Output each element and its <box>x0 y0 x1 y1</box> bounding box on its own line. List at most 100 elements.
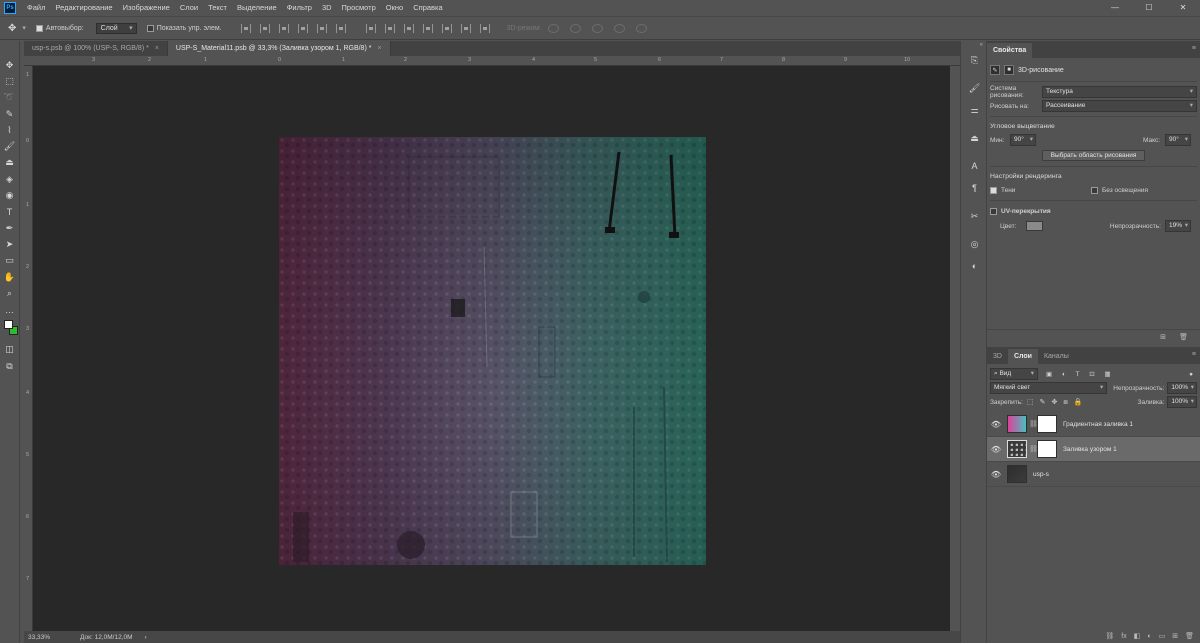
autoselect-checkbox[interactable] <box>35 24 43 32</box>
quick-select-tool-icon[interactable]: ✎ <box>2 106 18 122</box>
paint-on-dropdown[interactable]: Рассеивание <box>1042 100 1197 112</box>
menu-view[interactable]: Просмотр <box>337 0 381 16</box>
layer-mask-thumbnail[interactable] <box>1037 415 1057 433</box>
tab-usp-s-material[interactable]: USP-S_Material11.psb @ 33,3% (Заливка уз… <box>167 41 391 56</box>
paint-bucket-tool-icon[interactable]: ◉ <box>2 187 18 203</box>
link-icon[interactable]: ⛓ <box>1029 420 1038 428</box>
paint-system-dropdown[interactable]: Текстура <box>1042 86 1197 98</box>
min-field[interactable]: 90° <box>1010 134 1036 146</box>
3d-rotate-icon[interactable] <box>547 23 559 33</box>
layer-mask-thumbnail[interactable] <box>1037 440 1057 458</box>
eyedropper-tool-icon[interactable]: ⌇ <box>2 122 18 138</box>
menu-file[interactable]: Файл <box>22 0 50 16</box>
layer-name[interactable]: Заливка узором 1 <box>1063 446 1117 453</box>
menu-window[interactable]: Окно <box>381 0 408 16</box>
quick-mask-icon[interactable]: ◫ <box>2 342 18 358</box>
brush-tool-icon[interactable]: 🖌 <box>2 138 18 154</box>
lock-transparent-icon[interactable]: ⬚ <box>1027 399 1034 406</box>
maximize-button[interactable]: ☐ <box>1132 0 1166 16</box>
3d-pan-icon[interactable] <box>591 23 603 33</box>
delete-layer-icon[interactable]: 🗑 <box>1185 632 1194 640</box>
tab-usp-s[interactable]: usp-s.psb @ 100% (USP-S, RGB/8) * × <box>24 41 168 56</box>
align-top-icon[interactable] <box>240 23 251 33</box>
distribute-left-icon[interactable] <box>422 23 433 33</box>
menu-type[interactable]: Текст <box>203 0 232 16</box>
stamp-tool-icon[interactable]: ⏏ <box>2 155 18 171</box>
lock-image-icon[interactable]: ✎ <box>1040 399 1046 406</box>
3d-mesh-icon[interactable]: ◐ <box>961 255 988 277</box>
filter-toggle-icon[interactable]: ● <box>1189 371 1193 378</box>
paragraph-icon[interactable]: ¶ <box>961 177 988 199</box>
max-field[interactable]: 90° <box>1165 134 1191 146</box>
uv-opacity-field[interactable]: 19% <box>1164 220 1191 232</box>
more-tools-icon[interactable]: … <box>2 301 18 317</box>
menu-3d[interactable]: 3D <box>317 0 337 16</box>
visibility-eye-icon[interactable]: 👁 <box>989 470 1003 479</box>
menu-edit[interactable]: Редактирование <box>50 0 117 16</box>
menu-filter[interactable]: Фильтр <box>282 0 317 16</box>
3d-scale-icon[interactable] <box>635 23 647 33</box>
zoom-level[interactable]: 33,33% <box>28 634 50 641</box>
character-icon[interactable]: A <box>961 155 988 177</box>
pen-tool-icon[interactable]: ✒ <box>2 220 18 236</box>
panel-menu-icon[interactable]: ≡ <box>1192 45 1196 52</box>
trash-icon[interactable]: 🗑 <box>1179 333 1188 341</box>
lock-position-icon[interactable]: ✥ <box>1051 399 1057 406</box>
panel-menu-icon[interactable]: ≡ <box>1192 351 1196 358</box>
align-vcenter-icon[interactable] <box>259 23 270 33</box>
canvas-workspace[interactable] <box>33 66 950 631</box>
distribute-right-icon[interactable] <box>460 23 471 33</box>
menu-help[interactable]: Справка <box>408 0 447 16</box>
layer-row[interactable]: 👁 usp-s <box>987 462 1200 487</box>
marquee-tool-icon[interactable]: ⬚ <box>2 73 18 89</box>
layer-row[interactable]: 👁 ⛓ Заливка узором 1 <box>987 437 1200 462</box>
camera-mode-icon[interactable]: ■ <box>1004 65 1014 75</box>
tab-3d[interactable]: 3D <box>987 349 1008 364</box>
show-transform-checkbox[interactable] <box>146 24 154 32</box>
uv-overlay-checkbox[interactable] <box>990 207 997 215</box>
align-bottom-icon[interactable] <box>278 23 289 33</box>
visibility-eye-icon[interactable]: 👁 <box>989 445 1003 454</box>
visibility-eye-icon[interactable]: 👁 <box>989 420 1003 429</box>
tab-properties[interactable]: Свойства <box>987 43 1033 58</box>
zoom-tool-icon[interactable]: ⌕ <box>2 285 18 301</box>
distribute-bottom-icon[interactable] <box>403 23 414 33</box>
collapse-icon[interactable]: « <box>961 41 986 49</box>
path-select-tool-icon[interactable]: ➤ <box>2 236 18 252</box>
lock-artboard-icon[interactable]: ⧈ <box>1063 399 1067 406</box>
menu-layers[interactable]: Слои <box>175 0 203 16</box>
fill-field[interactable]: 100% <box>1167 396 1197 408</box>
brush-mode-icon[interactable]: ✎ <box>990 65 1000 75</box>
distribute-top-icon[interactable] <box>365 23 376 33</box>
foreground-color-swatch[interactable] <box>3 319 13 329</box>
move-tool-icon[interactable]: ✥ <box>2 57 18 73</box>
layer-opacity-field[interactable]: 100% <box>1167 382 1197 394</box>
menu-image[interactable]: Изображение <box>118 0 175 16</box>
layer-filter-dropdown[interactable]: ⌕ Вид <box>990 368 1038 380</box>
uv-color-chip[interactable] <box>1026 221 1043 231</box>
autoselect-dropdown[interactable]: Слой <box>95 22 137 34</box>
3d-slide-icon[interactable] <box>613 23 625 33</box>
layer-name[interactable]: usp-s <box>1033 471 1049 478</box>
shadows-checkbox[interactable] <box>990 186 997 194</box>
layer-style-icon[interactable]: fx <box>1121 633 1126 640</box>
tools-presets-icon[interactable]: ✂ <box>961 205 988 227</box>
link-layers-icon[interactable]: ⛓ <box>1105 632 1114 640</box>
clone-source-icon[interactable]: ⏏ <box>961 127 988 149</box>
align-hcenter-icon[interactable] <box>316 23 327 33</box>
tab-channels[interactable]: Каналы <box>1038 349 1075 364</box>
type-tool-icon[interactable]: T <box>2 204 18 220</box>
brush-settings-icon[interactable]: 🖌 <box>961 77 988 99</box>
align-left-icon[interactable] <box>297 23 308 33</box>
blend-mode-dropdown[interactable]: Мягкий свет <box>990 382 1108 394</box>
move-tool-preset[interactable]: ✥ ▾ <box>8 23 26 34</box>
screen-mode-icon[interactable]: ⧉ <box>2 358 18 374</box>
shape-tool-icon[interactable]: ▭ <box>2 253 18 269</box>
distribute-hcenter-icon[interactable] <box>441 23 452 33</box>
new-layer-from-props-icon[interactable]: ⊞ <box>1160 333 1166 341</box>
link-icon[interactable]: ⛓ <box>1029 445 1038 453</box>
distribute-vcenter-icon[interactable] <box>384 23 395 33</box>
minimize-button[interactable]: — <box>1098 0 1132 16</box>
no-lighting-checkbox[interactable] <box>1091 186 1098 194</box>
new-layer-icon[interactable]: ⊞ <box>1172 632 1178 640</box>
